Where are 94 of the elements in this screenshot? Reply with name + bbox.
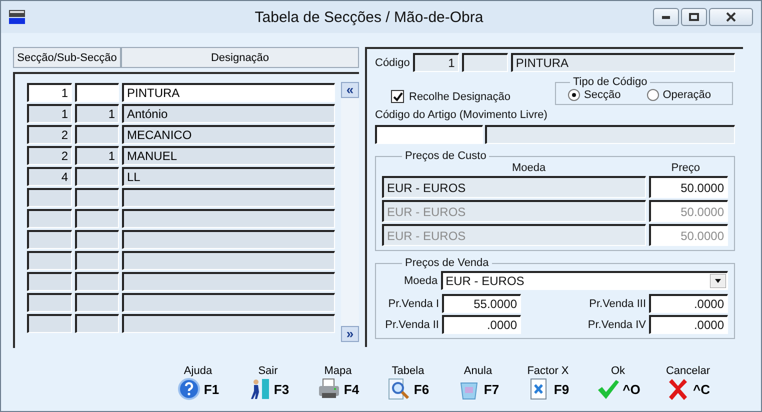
table-cell[interactable] [75, 125, 119, 144]
table-cell[interactable] [122, 314, 335, 333]
column-header: Moeda [512, 162, 546, 174]
radio-label: Secção [584, 89, 621, 101]
magnifier-icon [386, 377, 411, 401]
table-cell[interactable]: PINTURA [122, 83, 335, 102]
table-cell[interactable]: MANUEL [122, 146, 335, 165]
currency-field[interactable]: EUR - EUROS [382, 176, 646, 198]
help-icon [176, 377, 201, 401]
table-cell[interactable]: 1 [27, 104, 72, 123]
maximize-button[interactable] [681, 8, 707, 26]
dropdown-value: EUR - EUROS [446, 274, 524, 288]
field-label: Pr.Venda IV [588, 318, 646, 330]
scroll-down-button[interactable]: » [341, 326, 359, 342]
window-title: Tabela de Secções / Mão-de-Obra [254, 8, 484, 26]
table-cell[interactable] [27, 188, 72, 207]
table-cell[interactable] [75, 209, 119, 228]
field-label: Pr.Venda III [589, 298, 646, 310]
table-cell[interactable] [122, 188, 335, 207]
dropdown-arrow-icon [710, 274, 726, 288]
field-label: Pr.Venda II [385, 318, 439, 330]
printer-icon [316, 377, 341, 401]
table-cell[interactable]: 2 [27, 125, 72, 144]
toolbar-button[interactable]: Cancelar ^C [655, 365, 721, 411]
toolbar-button[interactable]: Mapa F4 [305, 365, 371, 411]
column-header[interactable]: Designação [121, 47, 359, 68]
price-field[interactable]: 50.0000 [649, 176, 728, 198]
table-cell[interactable]: António [122, 104, 335, 123]
toolbar-button[interactable]: Ok ^O [585, 365, 651, 411]
close-icon [666, 377, 690, 401]
price-field[interactable]: 55.0000 [442, 294, 521, 313]
article-code-field[interactable] [375, 125, 483, 144]
sub-code-field[interactable] [462, 53, 508, 72]
table-cell[interactable] [27, 314, 72, 333]
minimize-icon [662, 16, 670, 18]
table-cell[interactable] [122, 293, 335, 312]
maximize-icon [689, 13, 699, 21]
price-field[interactable]: .0000 [649, 294, 728, 313]
table-cell[interactable]: 1 [27, 83, 72, 102]
table-cell[interactable] [75, 230, 119, 249]
group-title: Preços de Venda [405, 257, 489, 269]
table-cell[interactable] [75, 272, 119, 291]
article-name-field[interactable] [485, 125, 735, 144]
table-cell[interactable] [75, 314, 119, 333]
radio-button[interactable] [568, 89, 580, 101]
check-icon [392, 92, 402, 102]
toolbar-button[interactable]: Ajuda F1 [165, 365, 231, 411]
table-cell[interactable]: 4 [27, 167, 72, 186]
table-cell[interactable] [122, 251, 335, 270]
checkbox-label: Recolhe Designação [409, 90, 511, 102]
field-label: Pr.Venda I [388, 298, 439, 310]
table-cell[interactable] [75, 83, 119, 102]
radio-button[interactable] [646, 89, 659, 101]
table-cell[interactable] [122, 230, 335, 249]
toolbar-button[interactable]: Anula F7 [445, 365, 511, 411]
table-cell[interactable]: LL [122, 167, 335, 186]
radio-label: Operação [662, 89, 712, 101]
designation-field[interactable]: PINTURA [510, 53, 735, 72]
table-cell[interactable]: 1 [75, 146, 119, 165]
table-cell[interactable]: 2 [27, 146, 72, 165]
toolbar-button[interactable]: Sair F3 [235, 365, 301, 411]
field-label: Código [375, 56, 410, 68]
column-header[interactable]: Secção/Sub-Secção [13, 47, 121, 68]
table-cell[interactable]: MECANICO [122, 125, 335, 144]
price-field[interactable]: .0000 [649, 315, 728, 334]
table-cell[interactable] [75, 188, 119, 207]
close-button[interactable] [709, 8, 753, 26]
group-title: Tipo de Código [573, 76, 648, 88]
code-field[interactable]: 1 [412, 53, 459, 72]
scroll-up-button[interactable]: « [341, 82, 359, 98]
checkbox[interactable] [391, 90, 404, 103]
toolbar-button[interactable]: Factor X F9 [515, 365, 581, 411]
table-cell[interactable] [75, 293, 119, 312]
table-cell[interactable] [27, 293, 72, 312]
table-cell[interactable] [122, 272, 335, 291]
column-header: Preço [671, 162, 700, 174]
field-label: Moeda [404, 274, 438, 286]
table-cell[interactable] [27, 251, 72, 270]
table-cell[interactable]: 1 [75, 104, 119, 123]
group-title: Preços de Custo [405, 150, 486, 162]
field-label: Código do Artigo (Movimento Livre) [375, 109, 548, 121]
table-cell[interactable] [27, 272, 72, 291]
table-cell[interactable] [122, 209, 335, 228]
currency-dropdown[interactable]: EUR - EUROS [440, 271, 728, 290]
close-icon [726, 12, 736, 22]
table-cell[interactable] [27, 209, 72, 228]
table-cell[interactable] [75, 167, 119, 186]
toolbar-button[interactable]: Tabela F6 [375, 365, 441, 411]
checkmark-icon [596, 377, 620, 401]
minimize-button[interactable] [653, 8, 679, 26]
price-field[interactable]: .0000 [442, 315, 521, 334]
table-cell[interactable] [27, 230, 72, 249]
app-icon [9, 10, 25, 24]
table-cell[interactable] [75, 251, 119, 270]
